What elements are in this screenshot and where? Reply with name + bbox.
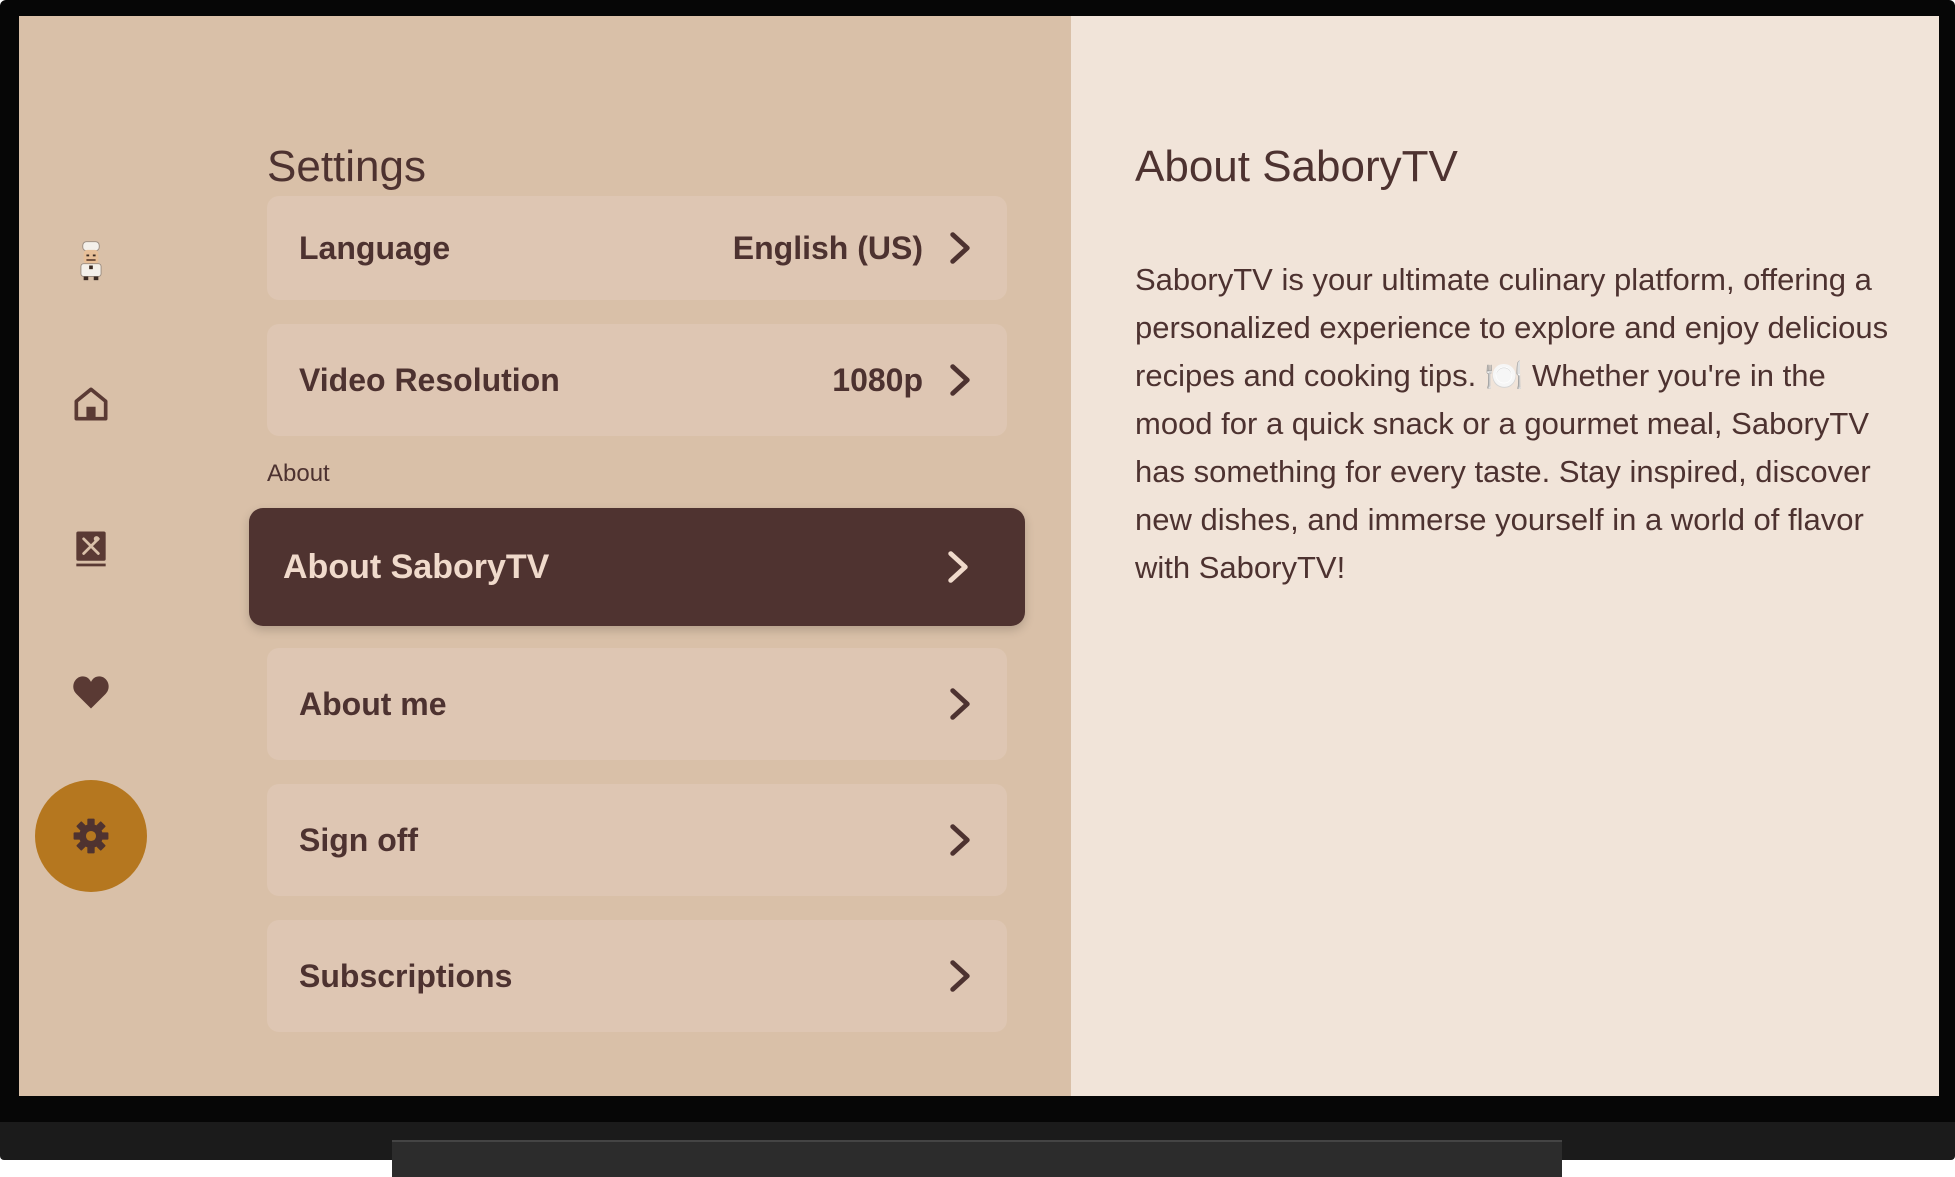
sign-off-row[interactable]: Sign off: [267, 784, 1007, 896]
video-resolution-label: Video Resolution: [299, 361, 560, 398]
chevron-right-icon: [945, 363, 975, 397]
about-app-label: About SaboryTV: [283, 547, 550, 586]
tv-screen: Settings Language English (US) Video Res…: [19, 16, 1939, 1096]
chevron-right-icon: [945, 231, 975, 265]
chef-avatar-icon: [80, 241, 102, 281]
settings-panel: Settings Language English (US) Video Res…: [19, 16, 1071, 1096]
about-me-label: About me: [299, 685, 447, 722]
video-resolution-value: 1080p: [832, 361, 923, 398]
chevron-right-icon: [945, 687, 975, 721]
settings-gear-icon: [73, 818, 109, 854]
recipe-book-icon: [76, 531, 106, 567]
nav-home[interactable]: [35, 348, 147, 460]
language-value: English (US): [732, 229, 923, 266]
nav-recipes[interactable]: [35, 492, 147, 604]
tv-stand: [392, 1140, 1562, 1177]
language-setting-row[interactable]: Language English (US): [267, 196, 1007, 300]
heart-icon: [73, 676, 109, 709]
subscriptions-label: Subscriptions: [299, 957, 513, 994]
home-icon: [74, 387, 108, 421]
nav-profile[interactable]: [35, 204, 147, 316]
page-title: Settings: [267, 142, 426, 191]
subscriptions-row[interactable]: Subscriptions: [267, 920, 1007, 1032]
chevron-right-icon: [945, 823, 975, 857]
chevron-right-icon: [943, 550, 973, 584]
nav-favorites[interactable]: [35, 636, 147, 748]
about-me-row[interactable]: About me: [267, 648, 1007, 760]
about-section-label: About: [267, 460, 330, 487]
chevron-right-icon: [945, 959, 975, 993]
sign-off-label: Sign off: [299, 821, 419, 858]
about-panel-title: About SaboryTV: [1135, 142, 1458, 191]
about-app-row[interactable]: About SaboryTV: [249, 508, 1025, 626]
about-panel-body: SaboryTV is your ultimate culinary platf…: [1135, 262, 1889, 585]
video-resolution-setting-row[interactable]: Video Resolution 1080p: [267, 324, 1007, 436]
language-label: Language: [299, 229, 451, 266]
nav-settings[interactable]: [35, 780, 147, 892]
